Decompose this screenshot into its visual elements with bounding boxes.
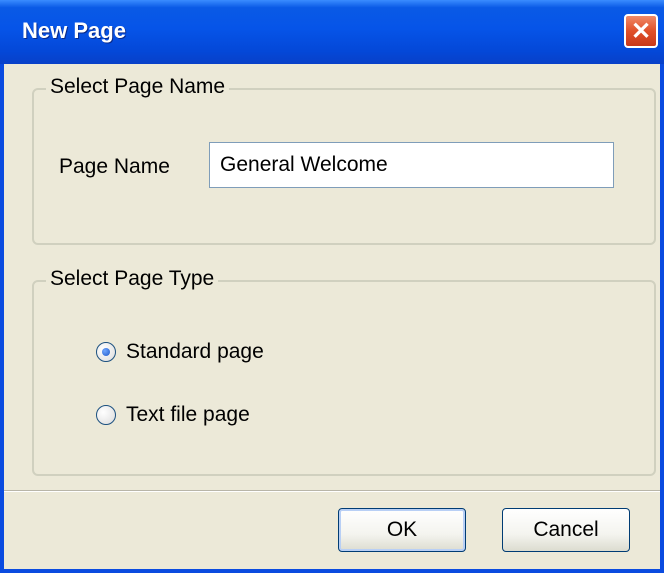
new-page-dialog: New Page ✕ Select Page Name Page Name Se… <box>0 0 664 573</box>
close-button[interactable]: ✕ <box>624 14 658 48</box>
page-type-groupbox: Select Page Type <box>32 267 656 476</box>
radio-selected-icon[interactable] <box>96 342 116 362</box>
page-name-group-legend: Select Page Name <box>46 75 230 99</box>
page-name-input[interactable] <box>209 142 614 188</box>
page-type-group-legend: Select Page Type <box>46 267 219 291</box>
cancel-button[interactable]: Cancel <box>502 508 630 552</box>
dialog-title: New Page <box>22 18 126 43</box>
page-name-label: Page Name <box>59 155 170 178</box>
radio-unselected-icon[interactable] <box>96 405 116 425</box>
radio-standard-page[interactable]: Standard page <box>96 340 264 364</box>
ok-button[interactable]: OK <box>338 508 466 552</box>
title-bar[interactable]: New Page ✕ <box>0 0 664 64</box>
close-icon: ✕ <box>630 17 652 45</box>
button-separator <box>4 490 660 492</box>
radio-text-file-page[interactable]: Text file page <box>96 403 250 427</box>
radio-standard-page-label: Standard page <box>126 340 264 363</box>
radio-text-file-page-label: Text file page <box>126 403 250 426</box>
